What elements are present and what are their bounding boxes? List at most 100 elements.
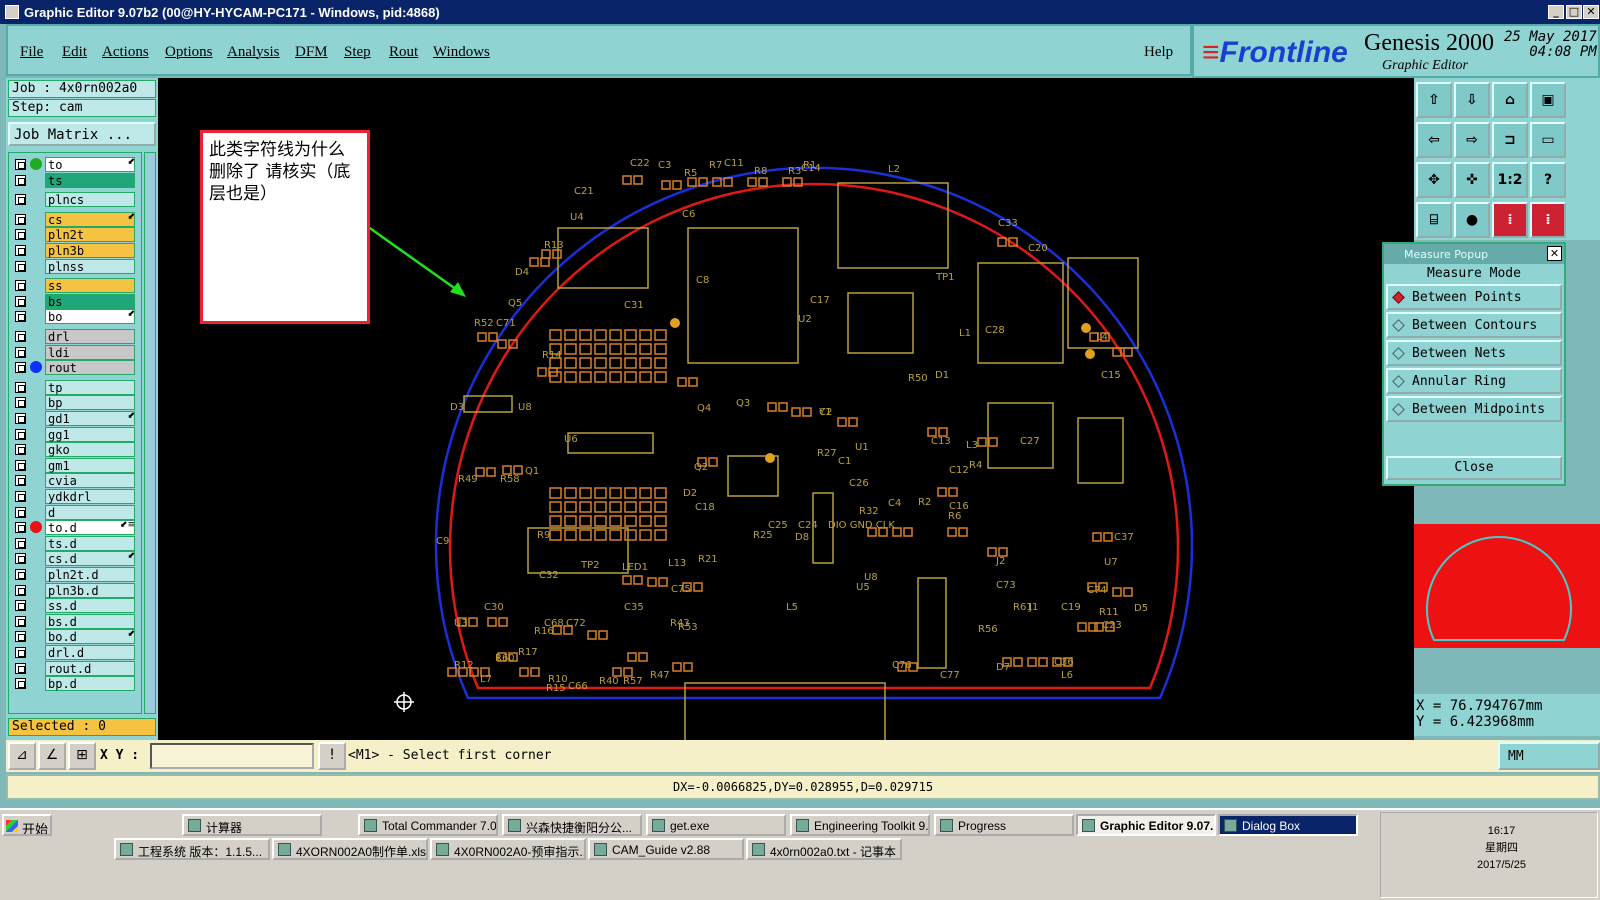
layer-row[interactable]: gm1: [11, 457, 139, 473]
layer-checkbox[interactable]: [15, 444, 26, 456]
grid-icon[interactable]: ⊞: [68, 742, 96, 770]
layer-checkbox[interactable]: [15, 362, 26, 374]
menu-windows[interactable]: Windows: [433, 44, 490, 61]
layer-name[interactable]: rout.d: [45, 660, 135, 676]
layer-row[interactable]: ts.d: [11, 535, 139, 551]
layer-row[interactable]: gko: [11, 442, 139, 458]
xy-input[interactable]: [150, 743, 314, 769]
layer-row[interactable]: ss: [11, 278, 139, 294]
task-progress[interactable]: Progress: [934, 814, 1074, 836]
layer-name[interactable]: pln2t.d: [45, 567, 135, 582]
layer-row[interactable]: pln3b: [11, 243, 139, 258]
layer-row[interactable]: rout.d: [11, 660, 139, 676]
layer-name[interactable]: cs: [45, 211, 135, 227]
layer-checkbox[interactable]: [15, 174, 26, 186]
layer-row[interactable]: gd1 ⬋: [11, 411, 139, 426]
option-between-points[interactable]: Between Points: [1386, 284, 1562, 310]
menu-dfm[interactable]: DFM: [295, 44, 328, 61]
layer-checkbox[interactable]: [15, 678, 26, 690]
layer-name[interactable]: to: [45, 157, 135, 172]
task-xingsen[interactable]: 兴森快捷衡阳分公...: [502, 814, 642, 836]
ruler-icon[interactable]: ⌸: [1416, 202, 1452, 238]
layer-name[interactable]: rout: [45, 360, 135, 376]
layer-name[interactable]: bs.d: [45, 613, 135, 629]
net2-icon[interactable]: ⁞: [1530, 202, 1566, 238]
fit-icon[interactable]: ⊐: [1492, 122, 1528, 158]
task-dialog-box[interactable]: Dialog Box: [1218, 814, 1358, 836]
help-icon[interactable]: ?: [1530, 162, 1566, 198]
layer-checkbox[interactable]: [15, 245, 26, 256]
layer-checkbox[interactable]: [15, 295, 26, 307]
layer-checkbox[interactable]: [15, 229, 26, 241]
layer-checkbox[interactable]: [15, 631, 26, 643]
layer-name[interactable]: gd1: [45, 411, 135, 426]
layer-checkbox[interactable]: [15, 615, 26, 627]
layer-name[interactable]: gg1: [45, 426, 135, 442]
clock[interactable]: 16:17 星期四 2017/5/25: [1477, 823, 1526, 874]
layer-display-dot-icon[interactable]: [30, 521, 42, 534]
pan-right-icon[interactable]: ⇨: [1454, 122, 1490, 158]
layer-name[interactable]: d: [45, 504, 135, 520]
layer-row[interactable]: rout: [11, 360, 139, 376]
layer-name[interactable]: cvia: [45, 473, 135, 489]
layer-checkbox[interactable]: [15, 647, 26, 658]
layer-row[interactable]: bp: [11, 395, 139, 411]
layer-checkbox[interactable]: [15, 428, 26, 440]
layer-checkbox[interactable]: [15, 459, 26, 471]
zoom-in-icon[interactable]: ✜: [1454, 162, 1490, 198]
layer-checkbox[interactable]: [15, 331, 26, 342]
layer-row[interactable]: bo ⬋: [11, 309, 139, 325]
overview-map[interactable]: [1414, 524, 1600, 648]
layer-row[interactable]: bp.d: [11, 676, 139, 692]
layer-row[interactable]: pln2t: [11, 227, 139, 243]
layer-name[interactable]: ts.d: [45, 535, 135, 551]
layer-name[interactable]: tp: [45, 379, 135, 395]
layer-name[interactable]: ss: [45, 278, 135, 294]
layer-row[interactable]: drl.d: [11, 645, 139, 660]
layer-row[interactable]: plncs: [11, 192, 139, 208]
layer-checkbox[interactable]: [15, 475, 26, 487]
layer-checkbox[interactable]: [15, 413, 26, 424]
units-select[interactable]: MM: [1498, 742, 1600, 770]
layer-row[interactable]: ldi: [11, 344, 139, 360]
task-get-exe[interactable]: get.exe: [646, 814, 786, 836]
job-matrix-button[interactable]: Job Matrix ...: [8, 122, 156, 146]
screen-icon[interactable]: ▭: [1530, 122, 1566, 158]
close-button[interactable]: ✕: [1583, 5, 1599, 19]
task-graphic-editor[interactable]: Graphic Editor 9.07...: [1076, 814, 1216, 836]
scale-1-2-icon[interactable]: 1:2: [1492, 162, 1528, 198]
minimize-button[interactable]: _: [1548, 5, 1564, 19]
start-button[interactable]: 开始: [2, 814, 52, 836]
layer-name[interactable]: ydkdrl: [45, 489, 135, 504]
task-engineering-toolkit[interactable]: Engineering Toolkit 9....: [790, 814, 930, 836]
net-icon[interactable]: ⁞: [1492, 202, 1528, 238]
layer-checkbox[interactable]: [15, 569, 26, 580]
task-calculator[interactable]: 计算器: [182, 814, 322, 836]
layer-checkbox[interactable]: [15, 311, 26, 323]
layer-name[interactable]: gko: [45, 442, 135, 458]
layer-name[interactable]: plnss: [45, 258, 135, 274]
option-annular-ring[interactable]: Annular Ring: [1386, 368, 1562, 394]
layer-checkbox[interactable]: [15, 584, 26, 596]
layer-checkbox[interactable]: [15, 260, 26, 272]
task-excel-sheet[interactable]: 4XORN002A0制作单.xls ...: [272, 838, 428, 860]
layer-row[interactable]: ydkdrl: [11, 489, 139, 504]
zoom-fit-icon[interactable]: ✥: [1416, 162, 1452, 198]
layer-row[interactable]: cvia: [11, 473, 139, 489]
layer-checkbox[interactable]: [15, 662, 26, 674]
graphic-canvas[interactable]: C22 C3 R5 R7 C11 R8 R3 R1 C14 L2 C21 U4 C6 R13 D4 C8 C33…: [158, 78, 1414, 759]
layer-name[interactable]: bp: [45, 395, 135, 411]
layer-row[interactable]: pln2t.d: [11, 567, 139, 582]
layer-checkbox[interactable]: [15, 553, 26, 565]
layer-name[interactable]: drl: [45, 329, 135, 344]
layer-name[interactable]: ts: [45, 172, 135, 188]
layer-name[interactable]: cs.d: [45, 551, 135, 567]
layer-display-dot-icon[interactable]: [30, 158, 42, 170]
layer-row[interactable]: ss.d: [11, 598, 139, 614]
layer-name[interactable]: bo: [45, 309, 135, 325]
layer-name[interactable]: ldi: [45, 344, 135, 360]
layer-row[interactable]: tp: [11, 379, 139, 395]
layer-checkbox[interactable]: [15, 381, 26, 393]
measure-close-icon[interactable]: ✕: [1547, 246, 1562, 261]
measure-close-button[interactable]: Close: [1386, 456, 1562, 480]
